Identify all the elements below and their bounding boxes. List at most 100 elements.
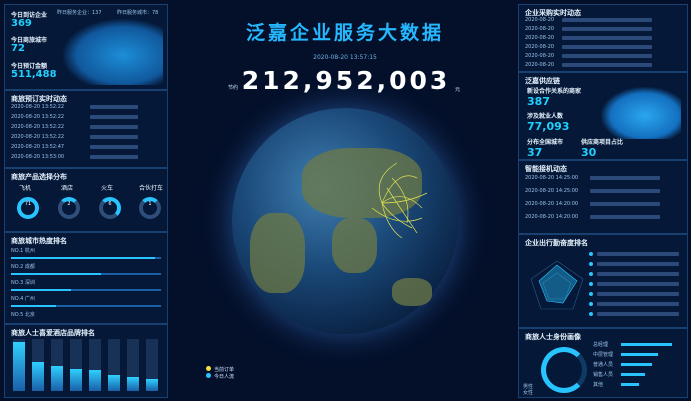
product-value-plane: 71	[24, 201, 32, 207]
hotel-bar	[13, 341, 25, 391]
identity-title: 商旅人士身份画像	[525, 333, 581, 341]
rank-row-text	[597, 262, 679, 266]
identity-bar-label: 销售人员	[593, 372, 614, 378]
hotel-rank-panel: 商旅人士喜爱酒店品牌排名	[4, 324, 168, 398]
list-item: 2020-08-20 13:52:22	[11, 124, 161, 132]
list-item: 2020-08-20	[525, 44, 681, 52]
product-label-taxi: 合伙打车	[139, 185, 164, 192]
hotel-bar	[108, 375, 120, 391]
list-item: 2020-08-20 14:20:00	[525, 201, 681, 209]
stat-value-2: 72	[11, 43, 25, 54]
hotel-bar	[127, 377, 139, 391]
rank-bar	[11, 257, 161, 259]
supply-label-3: 分布全国城市	[527, 139, 564, 146]
hotel-bar	[32, 362, 44, 391]
rank-dot-icon	[589, 272, 593, 276]
identity-bar	[621, 383, 639, 386]
product-value-hotel: 2	[67, 201, 71, 207]
datetime: 2020-08-20 13:57:15	[313, 54, 377, 61]
rank-row-text	[597, 282, 679, 286]
list-item: 2020-08-20 13:52:22	[11, 104, 161, 112]
identity-bar-label: 总经理	[593, 342, 609, 348]
hotel-bar	[51, 366, 63, 391]
city-rank-panel: 商旅城市热度排名 NO.1 杭州 NO.2 成都 NO.3 深圳 NO.4 广州…	[4, 232, 168, 324]
identity-bar-label: 其他	[593, 382, 604, 388]
rank-dot-icon	[589, 292, 593, 296]
product-label-plane: 飞机	[19, 185, 32, 192]
table-row	[589, 259, 683, 269]
smart-panel: 智能接机动态 2020-08-20 14:25:00 2020-08-20 14…	[518, 160, 688, 234]
supply-panel: 泛嘉供应链 新设合作关系的商家 387 涉及就业人数 77,093 分布全国城市…	[518, 72, 688, 160]
list-item: 2020-08-20	[525, 62, 681, 70]
travel-rank-panel: 企业出行勤奋度排名	[518, 234, 688, 328]
hotel-bar	[146, 378, 158, 391]
identity-bar-label: 中层管理	[593, 352, 614, 358]
legend-dot-icon	[206, 366, 211, 371]
flight-routes	[371, 162, 428, 239]
smart-title: 智能接机动态	[525, 165, 567, 173]
legend-dot-icon	[206, 373, 211, 378]
table-row	[589, 269, 683, 279]
rank-dot-icon	[589, 312, 593, 316]
table-row	[589, 289, 683, 299]
identity-bar	[621, 353, 659, 356]
list-item: 2020-08-20 13:52:22	[11, 134, 161, 142]
hotel-bar-chart	[5, 325, 167, 397]
supply-title: 泛嘉供应链	[525, 77, 560, 85]
table-row	[589, 299, 683, 309]
list-item: 2020-08-20	[525, 35, 681, 43]
rank-bar	[11, 289, 161, 291]
rank-row-text	[597, 312, 679, 316]
booking-title: 商旅预订实时动态	[11, 95, 67, 103]
supply-label-1: 新设合作关系的商家	[527, 88, 582, 95]
list-item: 2020-08-20 13:52:47	[11, 144, 161, 152]
city-rank-title: 商旅城市热度排名	[11, 237, 67, 245]
rank-bar	[11, 273, 161, 275]
china-map-right	[601, 87, 681, 139]
stat-value-1: 369	[11, 18, 32, 29]
list-item: NO.5 北京	[11, 312, 35, 318]
globe-legend: 当前订单 今日人流	[206, 366, 234, 380]
list-item: NO.4 广州	[11, 296, 35, 302]
procurement-panel: 企业采购实时动态 2020-08-20 2020-08-20 2020-08-2…	[518, 4, 688, 72]
travel-rank-title: 企业出行勤奋度排名	[525, 239, 588, 247]
identity-bar	[621, 363, 653, 366]
list-item: NO.3 深圳	[11, 280, 35, 286]
supply-value-1: 387	[527, 95, 550, 108]
booking-panel: 商旅预订实时动态 2020-08-20 13:52:22 2020-08-20 …	[4, 90, 168, 168]
top-left-panel: 今日到访企业 369 今日商旅城市 72 今日预订金额 511,488 昨日服务…	[4, 4, 168, 90]
product-label-hotel: 酒店	[61, 185, 74, 192]
hotel-bar	[70, 369, 82, 391]
product-value-train: 6	[108, 201, 112, 207]
hotel-bar	[89, 370, 101, 391]
travel-rank-list	[589, 249, 683, 319]
product-label-train: 火车	[101, 185, 114, 192]
china-map-small	[63, 19, 163, 85]
identity-bar	[621, 373, 645, 376]
rank-dot-icon	[589, 302, 593, 306]
list-item: 2020-08-20 14:25:00	[525, 188, 681, 196]
list-item: 2020-08-20 14:20:00	[525, 214, 681, 222]
rank-dot-icon	[589, 252, 593, 256]
rank-dot-icon	[589, 262, 593, 266]
counter-suffix: 元	[455, 87, 461, 93]
earth-globe[interactable]	[232, 108, 458, 334]
page-title: 泛嘉企业服务大数据	[245, 22, 444, 44]
rank-row-text	[597, 292, 679, 296]
table-row	[589, 279, 683, 289]
map-caption-2: 昨日服务城市：78	[117, 10, 159, 16]
supply-label-2: 涉及就业人数	[527, 113, 564, 120]
gender-donut	[541, 347, 587, 393]
table-row	[589, 309, 683, 319]
identity-bar-chart: 总经理中层管理普通人员销售人员其他	[593, 341, 685, 393]
list-item: 2020-08-20 13:53:00	[11, 154, 161, 162]
rank-bar	[11, 305, 161, 307]
rank-row-text	[597, 272, 679, 276]
supply-value-4: 30	[581, 146, 597, 159]
savings-counter: 212,952,003	[241, 66, 451, 95]
identity-bar-label: 普通人员	[593, 362, 614, 368]
table-row	[589, 249, 683, 259]
list-item: 2020-08-20	[525, 17, 681, 25]
radar-chart	[530, 260, 584, 310]
rank-dot-icon	[589, 282, 593, 286]
